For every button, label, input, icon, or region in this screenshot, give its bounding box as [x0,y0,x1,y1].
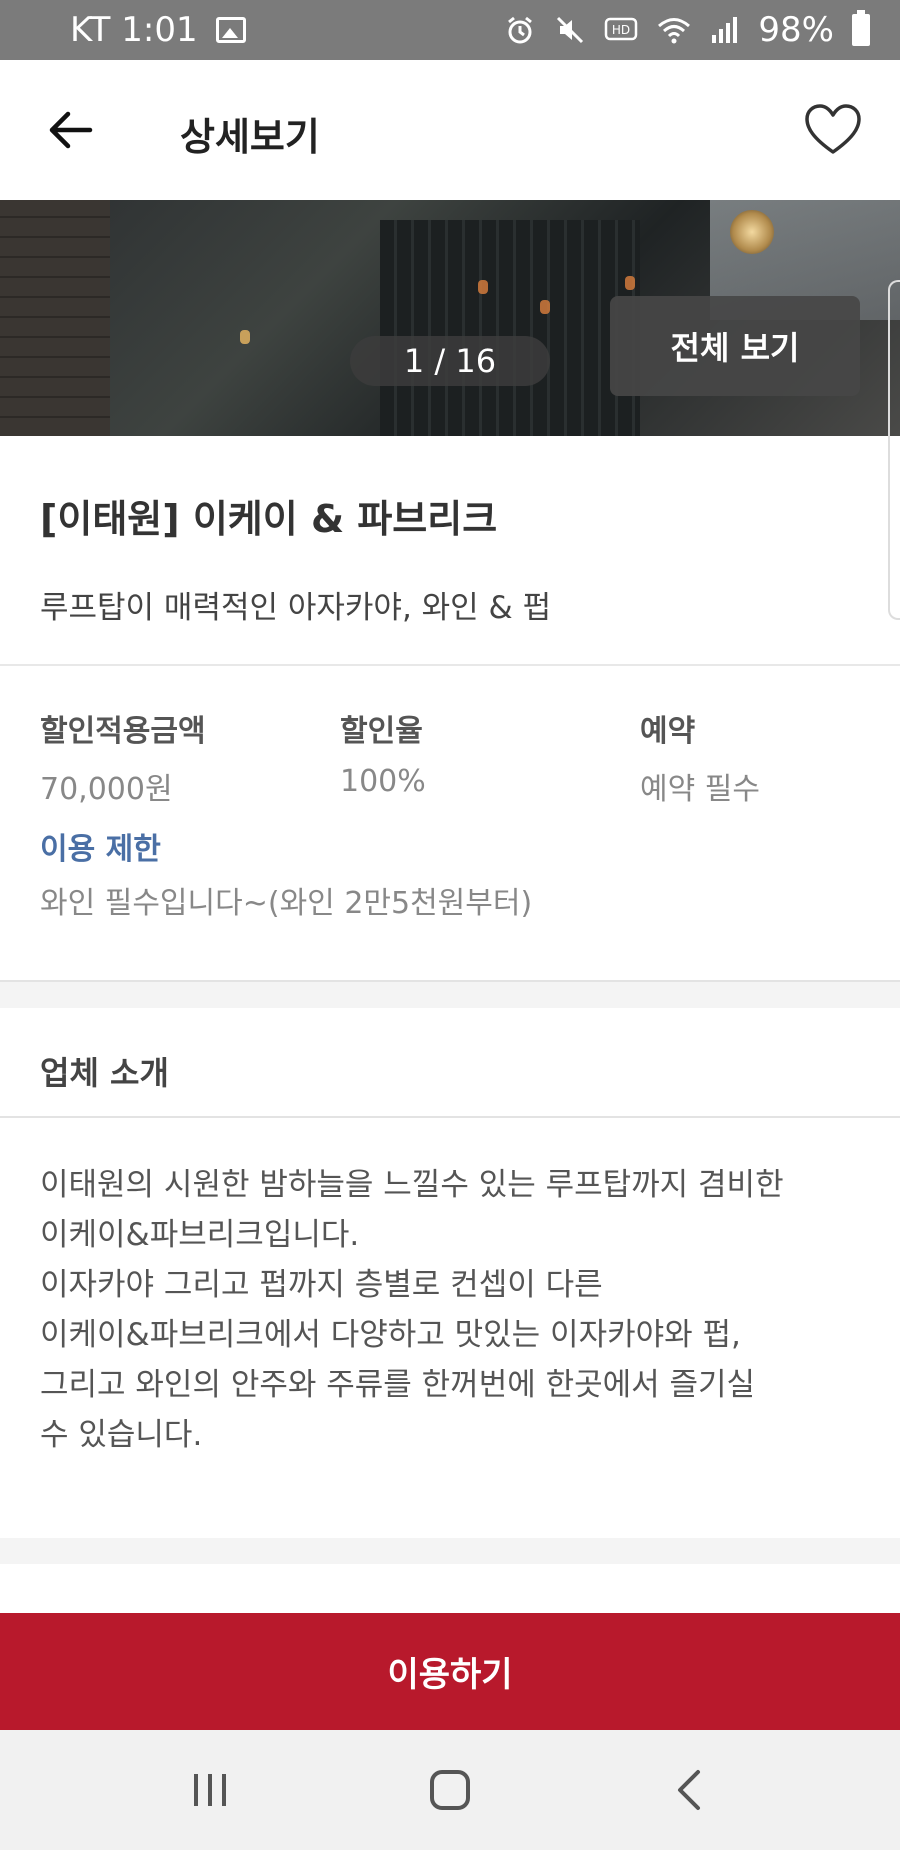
hero-light [625,276,635,290]
recent-apps-icon [194,1774,226,1806]
use-button[interactable]: 이용하기 [0,1613,900,1730]
status-bar-right: HD 98% [504,10,870,50]
page-title: 상세보기 [180,115,320,159]
nav-back-button[interactable] [650,1750,730,1830]
battery-icon [852,10,870,46]
signal-icon [712,17,738,43]
image-icon [215,17,246,43]
usage-limit-value: 와인 필수입니다~(와인 2만5천원부터) [40,886,533,921]
reservation: 예약 예약 필수 [640,706,760,808]
discount-amount-value: 70,000원 [40,772,173,807]
intro-line: 그리고 와인의 안주와 주류를 한꺼번에 한곳에서 즐기실 [40,1367,756,1403]
intro-title: 업체 소개 [40,1054,169,1092]
status-bar-left: KT 1:01 [70,10,246,50]
intro-line: 이태원의 시원한 밤하늘을 느낄수 있는 루프탑까지 겸비한 [40,1167,784,1203]
wifi-icon [658,18,691,44]
intro-header: 업체 소개 [0,1008,900,1118]
intro-line: 이케이&파브리크에서 다양하고 맛있는 이자카야와 펍, [40,1317,741,1353]
hero-light [478,280,488,294]
hero-gate [380,220,640,436]
reservation-label: 예약 [640,714,696,749]
intro-line: 이자카야 그리고 펍까지 층별로 컨셉이 다른 [40,1267,603,1303]
home-button[interactable] [410,1750,490,1830]
discount-amount-label: 할인적용금액 [40,714,206,749]
hero-light [540,300,550,314]
shop-description: 루프탑이 매력적인 아자카야, 와인 & 펍 [40,590,552,626]
hero-brick-wall [0,200,110,436]
status-bar: KT 1:01 HD 98% [0,0,900,60]
discount-rate: 할인율 100% [340,706,426,799]
hero-lamp [730,210,774,254]
intro-body: 이태원의 시원한 밤하늘을 느낄수 있는 루프탑까지 겸비한 이케이&파브리크입… [40,1160,870,1460]
alarm-icon [508,16,533,44]
recent-apps-button[interactable] [170,1750,250,1830]
usage-limit-label: 이용 제한 [40,832,161,867]
carrier-time: KT 1:01 [70,10,198,50]
home-icon [430,1770,470,1810]
intro-line: 이케이&파브리크입니다. [40,1217,360,1253]
section-divider [0,982,900,1008]
hero-light [240,330,250,344]
section-divider [0,1538,900,1564]
discount-rate-value: 100% [340,764,426,799]
back-button[interactable] [40,102,100,158]
scroll-indicator [888,280,900,620]
gallery-counter: 1 / 16 [350,336,550,386]
reservation-value: 예약 필수 [640,772,760,807]
svg-text:HD: HD [612,23,630,37]
shop-title-section: [이태원] 이케이 & 파브리크 루프탑이 매력적인 아자카야, 와인 & 펍 [0,436,900,666]
intro-line: 수 있습니다. [40,1417,203,1453]
heart-icon [805,104,861,154]
view-all-button[interactable]: 전체 보기 [610,296,860,396]
mute-icon [557,16,584,44]
system-nav-bar [0,1730,900,1850]
shop-name: [이태원] 이케이 & 파브리크 [40,497,498,541]
nav-back-icon [678,1770,700,1810]
battery-percent: 98% [758,10,834,50]
discount-rate-label: 할인율 [340,714,423,749]
info-section: 할인적용금액 70,000원 할인율 100% 예약 예약 필수 이용 제한 와… [0,666,900,982]
favorite-button[interactable] [801,98,865,162]
discount-amount: 할인적용금액 70,000원 [40,706,206,808]
back-arrow-icon [49,111,93,149]
app-header: 상세보기 [0,60,900,200]
hd-icon: HD [605,17,638,41]
